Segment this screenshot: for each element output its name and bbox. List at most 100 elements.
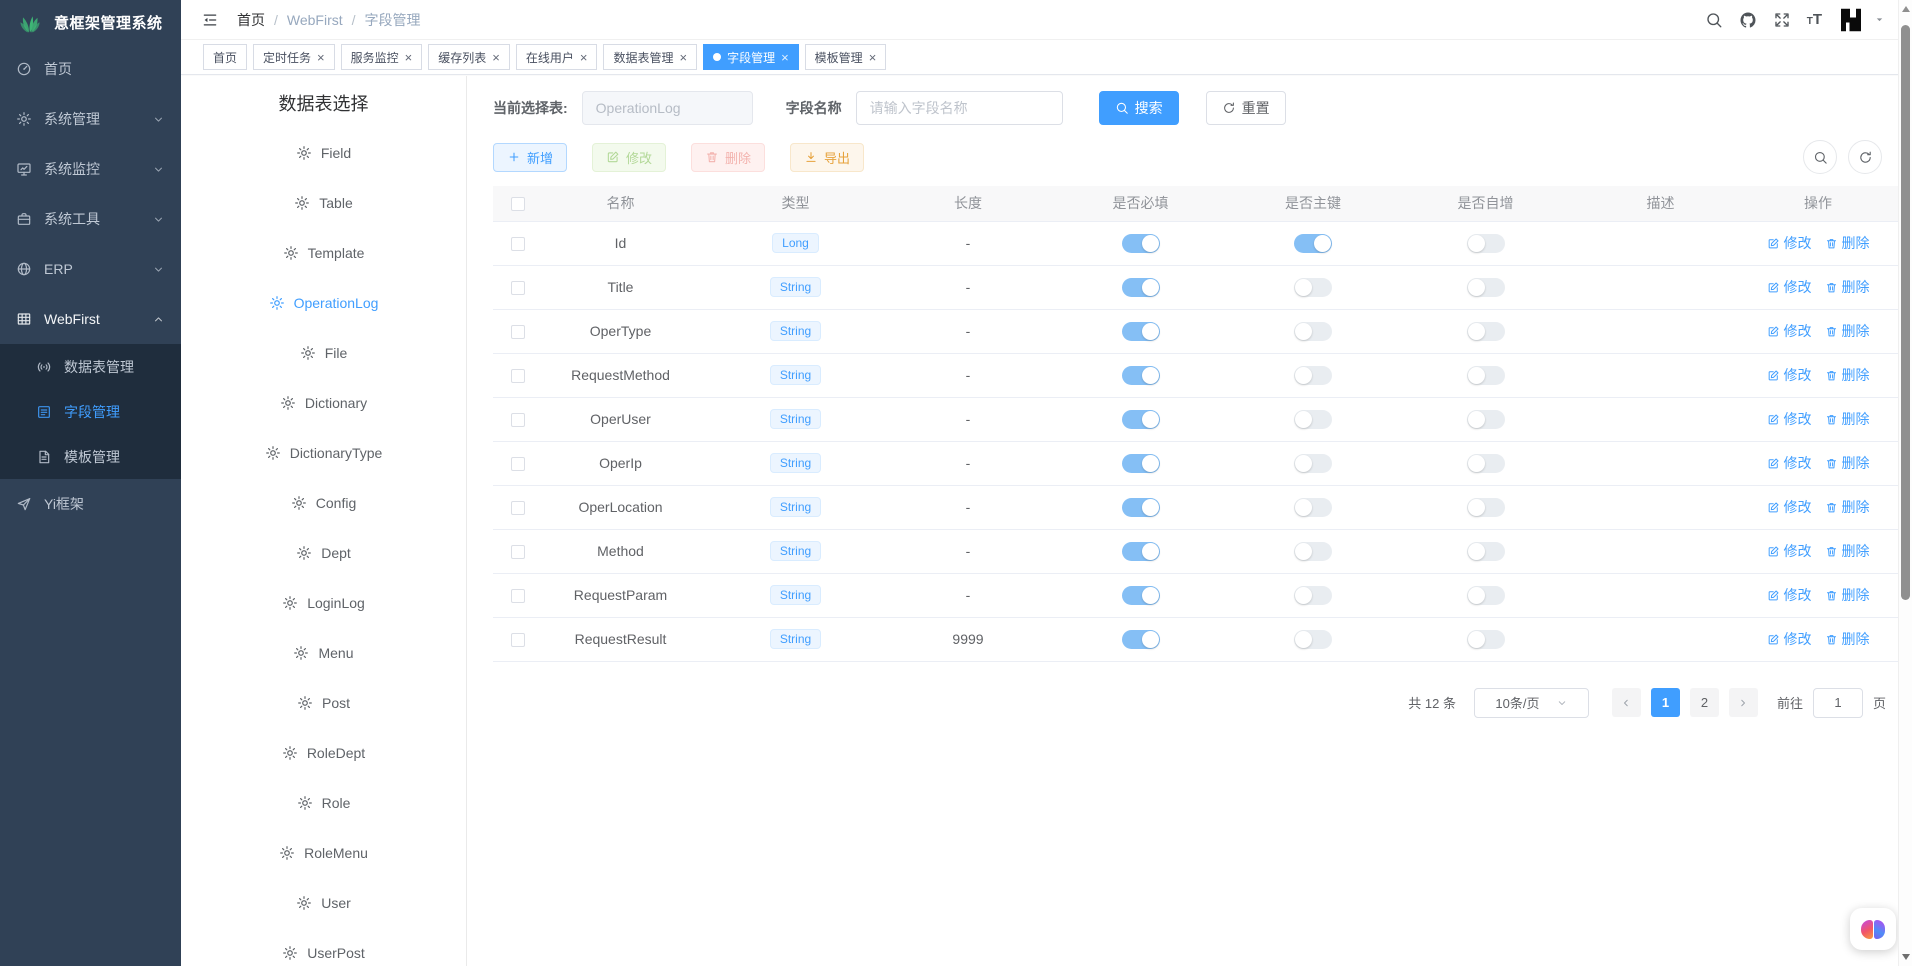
primary-key-toggle[interactable]	[1294, 322, 1332, 341]
primary-key-toggle[interactable]	[1294, 366, 1332, 385]
sidebar-item-field-management[interactable]: 字段管理	[0, 389, 181, 434]
tree-item-file[interactable]: File	[181, 328, 466, 378]
tree-item-dept[interactable]: Dept	[181, 528, 466, 578]
auto-increment-toggle[interactable]	[1467, 366, 1505, 385]
row-checkbox[interactable]	[511, 325, 525, 339]
delete-row-button[interactable]: 删除	[1825, 277, 1870, 297]
github-icon[interactable]	[1739, 11, 1757, 29]
tab-close-icon[interactable]: ×	[580, 51, 588, 64]
edit-button[interactable]: 修改	[592, 143, 666, 172]
delete-row-button[interactable]: 删除	[1825, 497, 1870, 517]
sidebar-item-template-management[interactable]: 模板管理	[0, 434, 181, 479]
edit-row-button[interactable]: 修改	[1767, 453, 1812, 473]
tab-field-management[interactable]: 字段管理×	[703, 44, 799, 70]
required-toggle[interactable]	[1122, 542, 1160, 561]
app-logo[interactable]: 意框架管理系统	[0, 0, 181, 44]
auto-increment-toggle[interactable]	[1467, 234, 1505, 253]
sidebar-item-erp[interactable]: ERP	[0, 244, 181, 294]
delete-row-button[interactable]: 删除	[1825, 453, 1870, 473]
tree-item-post[interactable]: Post	[181, 678, 466, 728]
font-size-icon[interactable]: TT	[1807, 12, 1822, 27]
tree-item-config[interactable]: Config	[181, 478, 466, 528]
edit-row-button[interactable]: 修改	[1767, 585, 1812, 605]
help-icon[interactable]	[1740, 12, 1755, 27]
row-checkbox[interactable]	[511, 237, 525, 251]
primary-key-toggle[interactable]	[1294, 498, 1332, 517]
search-icon[interactable]	[1705, 11, 1723, 29]
tab-close-icon[interactable]: ×	[492, 51, 500, 64]
tree-item-dictionarytype[interactable]: DictionaryType	[181, 428, 466, 478]
required-toggle[interactable]	[1122, 454, 1160, 473]
tab-close-icon[interactable]: ×	[317, 51, 325, 64]
primary-key-toggle[interactable]	[1294, 410, 1332, 429]
table-search-button[interactable]	[1803, 140, 1837, 174]
tab-table-management[interactable]: 数据表管理×	[603, 44, 697, 70]
next-page-button[interactable]	[1729, 688, 1758, 717]
delete-row-button[interactable]: 删除	[1825, 541, 1870, 561]
primary-key-toggle[interactable]	[1294, 542, 1332, 561]
avatar[interactable]	[1836, 5, 1866, 35]
tree-item-table[interactable]: Table	[181, 178, 466, 228]
edit-row-button[interactable]: 修改	[1767, 629, 1812, 649]
search-button[interactable]: 搜索	[1099, 91, 1179, 125]
tree-item-operationlog[interactable]: OperationLog	[181, 278, 466, 328]
row-checkbox[interactable]	[511, 589, 525, 603]
tab-home[interactable]: 首页	[203, 44, 247, 70]
tab-close-icon[interactable]: ×	[679, 51, 687, 64]
required-toggle[interactable]	[1122, 498, 1160, 517]
tree-item-menu[interactable]: Menu	[181, 628, 466, 678]
reset-button[interactable]: 重置	[1206, 91, 1286, 125]
edit-row-button[interactable]: 修改	[1767, 277, 1812, 297]
sidebar-item-system-admin[interactable]: 系统管理	[0, 94, 181, 144]
table-refresh-button[interactable]	[1848, 140, 1882, 174]
tree-item-roledept[interactable]: RoleDept	[181, 728, 466, 778]
delete-row-button[interactable]: 删除	[1825, 585, 1870, 605]
field-name-input[interactable]	[856, 91, 1063, 125]
edit-row-button[interactable]: 修改	[1767, 321, 1812, 341]
tree-item-template[interactable]: Template	[181, 228, 466, 278]
tree-item-dictionary[interactable]: Dictionary	[181, 378, 466, 428]
sidebar-item-system-monitor[interactable]: 系统监控	[0, 144, 181, 194]
sidebar-item-yi-framework[interactable]: Yi框架	[0, 479, 181, 529]
primary-key-toggle[interactable]	[1294, 454, 1332, 473]
required-toggle[interactable]	[1122, 234, 1160, 253]
required-toggle[interactable]	[1122, 322, 1160, 341]
tree-item-rolemenu[interactable]: RoleMenu	[181, 828, 466, 878]
auto-increment-toggle[interactable]	[1467, 278, 1505, 297]
delete-button[interactable]: 删除	[691, 143, 765, 172]
row-checkbox[interactable]	[511, 413, 525, 427]
scrollbar-thumb[interactable]	[1901, 25, 1910, 600]
auto-increment-toggle[interactable]	[1467, 542, 1505, 561]
primary-key-toggle[interactable]	[1294, 630, 1332, 649]
auto-increment-toggle[interactable]	[1467, 630, 1505, 649]
row-checkbox[interactable]	[511, 457, 525, 471]
page-button-2[interactable]: 2	[1690, 688, 1719, 717]
sidebar-item-home[interactable]: 首页	[0, 44, 181, 94]
tab-close-icon[interactable]: ×	[781, 51, 789, 64]
required-toggle[interactable]	[1122, 586, 1160, 605]
required-toggle[interactable]	[1122, 630, 1160, 649]
auto-increment-toggle[interactable]	[1467, 498, 1505, 517]
tree-item-loginlog[interactable]: LoginLog	[181, 578, 466, 628]
ai-assistant-button[interactable]	[1850, 908, 1896, 950]
scroll-up-arrow[interactable]	[1902, 6, 1910, 12]
goto-page-input[interactable]	[1813, 688, 1863, 718]
tab-scheduled-tasks[interactable]: 定时任务×	[253, 44, 335, 70]
export-button[interactable]: 导出	[790, 143, 864, 172]
tree-item-field[interactable]: Field	[181, 128, 466, 178]
required-toggle[interactable]	[1122, 278, 1160, 297]
tree-item-user[interactable]: User	[181, 878, 466, 928]
required-toggle[interactable]	[1122, 410, 1160, 429]
scroll-down-arrow[interactable]	[1902, 954, 1910, 960]
delete-row-button[interactable]: 删除	[1825, 629, 1870, 649]
row-checkbox[interactable]	[511, 369, 525, 383]
sidebar-item-system-tools[interactable]: 系统工具	[0, 194, 181, 244]
edit-row-button[interactable]: 修改	[1767, 541, 1812, 561]
edit-row-button[interactable]: 修改	[1767, 365, 1812, 385]
tab-close-icon[interactable]: ×	[869, 51, 877, 64]
row-checkbox[interactable]	[511, 501, 525, 515]
primary-key-toggle[interactable]	[1294, 234, 1332, 253]
auto-increment-toggle[interactable]	[1467, 410, 1505, 429]
tab-cache-list[interactable]: 缓存列表×	[428, 44, 510, 70]
row-checkbox[interactable]	[511, 545, 525, 559]
